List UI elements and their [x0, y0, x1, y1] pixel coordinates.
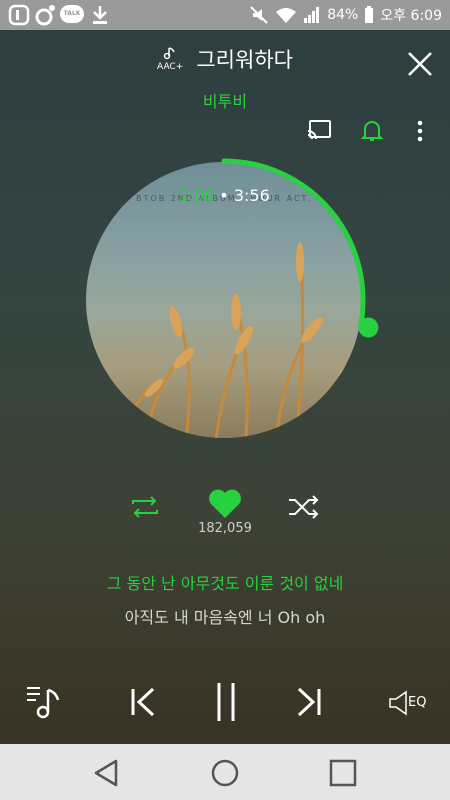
song-title: 그리워하다: [196, 48, 293, 72]
playlist-button[interactable]: [24, 682, 64, 722]
artist-name[interactable]: 비투비: [0, 88, 450, 112]
shuffle-button[interactable]: [287, 494, 321, 520]
like-count: 182,059: [198, 521, 252, 536]
title-row: AAC+ 그리워하다: [0, 44, 450, 74]
home-icon[interactable]: [208, 756, 242, 790]
player-header: AAC+ 그리워하다 비투비: [0, 30, 450, 150]
music-icon: [35, 5, 55, 26]
codec-badge: AAC+: [157, 46, 183, 72]
repeat-button[interactable]: [128, 494, 162, 520]
battery-percent: 84%: [327, 7, 359, 23]
pause-button[interactable]: [212, 680, 240, 724]
lyric-next[interactable]: 아직도 내 마음속엔 너 Oh oh: [0, 604, 450, 628]
app-icon: [8, 4, 30, 26]
status-bar: TALK 84% 오후 6:09: [0, 0, 450, 30]
note-icon: [163, 47, 175, 60]
lyric-current[interactable]: 그 동안 난 아무것도 이룬 것이 없네: [0, 570, 450, 594]
player-controls: EQ: [0, 672, 450, 742]
talk-icon: TALK: [60, 5, 84, 23]
eq-button[interactable]: EQ: [388, 690, 438, 716]
battery-icon: [365, 6, 374, 23]
download-icon: [93, 6, 107, 24]
more-options-icon[interactable]: [413, 119, 427, 143]
wifi-icon: [276, 8, 297, 23]
bell-icon[interactable]: [360, 119, 384, 143]
recents-icon[interactable]: [326, 756, 360, 790]
signal-icon: [304, 7, 320, 23]
cast-icon[interactable]: [306, 119, 332, 141]
close-button[interactable]: [406, 50, 434, 78]
clock: 오후 6:09: [380, 8, 442, 24]
codec-label: AAC+: [157, 62, 184, 72]
speaker-icon: [389, 690, 407, 716]
back-icon[interactable]: [90, 756, 124, 790]
eq-label: EQ: [408, 695, 427, 710]
mute-icon: [250, 6, 268, 24]
progress-knob[interactable]: [358, 317, 379, 338]
system-nav-bar: [0, 744, 450, 800]
next-button[interactable]: [294, 686, 324, 718]
progress-arc: [221, 158, 366, 329]
like-button[interactable]: [207, 488, 243, 520]
previous-button[interactable]: [128, 686, 158, 718]
progress-ring[interactable]: [76, 152, 396, 472]
